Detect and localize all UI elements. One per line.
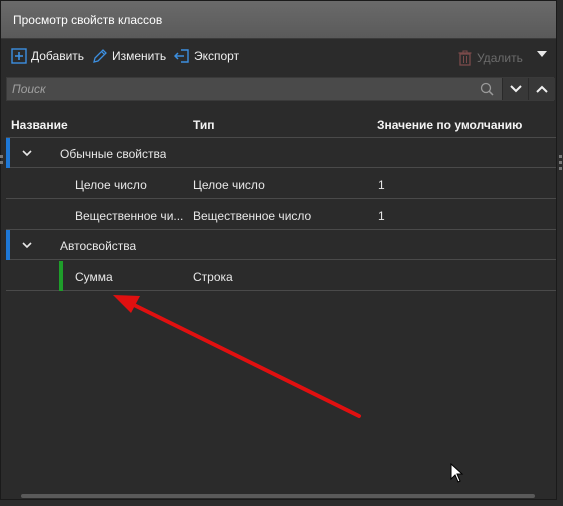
mouse-cursor-icon [450,463,464,483]
annotation-arrow [113,295,361,418]
